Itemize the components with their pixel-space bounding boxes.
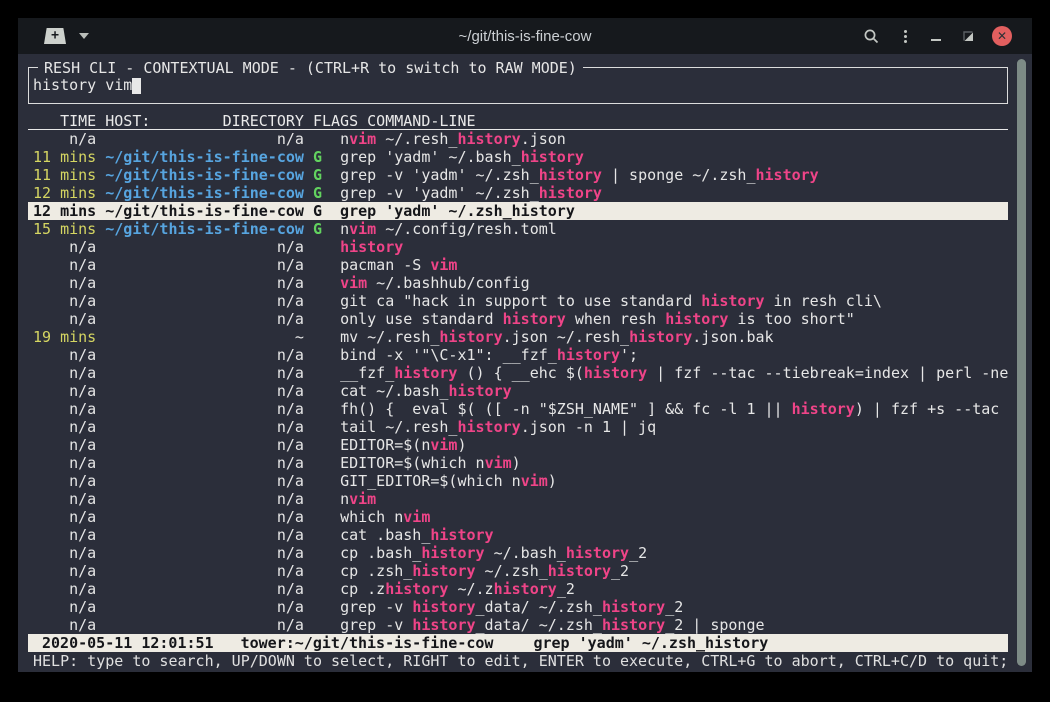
text-cursor	[132, 78, 141, 94]
table-row[interactable]: n/a n/a vim ~/.bashhub/config	[28, 274, 1008, 292]
table-row[interactable]: 12 mins ~/git/this-is-fine-cow G grep 'y…	[28, 202, 1008, 220]
scrollbar[interactable]	[1017, 59, 1026, 666]
table-row[interactable]: n/a n/a cp .zhistory ~/.zhistory_2	[28, 580, 1008, 598]
search-icon[interactable]	[863, 28, 880, 45]
table-row[interactable]: 12 mins ~/git/this-is-fine-cow G grep -v…	[28, 184, 1008, 202]
resh-search-panel: RESH CLI - CONTEXTUAL MODE - (CTRL+R to …	[28, 67, 1008, 104]
terminal-content: RESH CLI - CONTEXTUAL MODE - (CTRL+R to …	[18, 54, 1032, 672]
status-command: grep 'yadm' ~/.zsh_history	[533, 634, 768, 652]
table-row[interactable]: 19 mins ~ mv ~/.resh_history.json ~/.res…	[28, 328, 1008, 346]
table-row[interactable]: 15 mins ~/git/this-is-fine-cow G nvim ~/…	[28, 220, 1008, 238]
table-row[interactable]: n/a n/a grep -v history_data/ ~/.zsh_his…	[28, 598, 1008, 616]
table-row[interactable]: 11 mins ~/git/this-is-fine-cow G grep -v…	[28, 166, 1008, 184]
table-row[interactable]: n/a n/a grep -v history_data/ ~/.zsh_his…	[28, 616, 1008, 634]
table-row[interactable]: n/a n/a only use standard history when r…	[28, 310, 1008, 328]
minimize-icon[interactable]	[931, 31, 941, 41]
status-host-path: tower:~/git/this-is-fine-cow	[241, 634, 494, 652]
table-row[interactable]: n/a n/a history	[28, 238, 1008, 256]
table-row[interactable]: n/a n/a cp .bash_history ~/.bash_history…	[28, 544, 1008, 562]
status-timestamp: 2020-05-11 12:01:51	[42, 634, 214, 652]
table-row[interactable]: n/a n/a cp .zsh_history ~/.zsh_history_2	[28, 562, 1008, 580]
table-row[interactable]: n/a n/a which nvim	[28, 508, 1008, 526]
table-row[interactable]: n/a n/a tail ~/.resh_history.json -n 1 |…	[28, 418, 1008, 436]
table-row[interactable]: n/a n/a bind -x '"\C-x1": __fzf_history'…	[28, 346, 1008, 364]
restore-icon[interactable]	[963, 31, 974, 42]
titlebar: + ~/git/this-is-fine-cow ✕	[18, 18, 1032, 54]
history-rows: n/a n/a nvim ~/.resh_history.json11 mins…	[28, 130, 1008, 634]
table-row[interactable]: n/a n/a pacman -S vim	[28, 256, 1008, 274]
table-row[interactable]: n/a n/a git ca "hack in support to use s…	[28, 292, 1008, 310]
search-query: history vim	[33, 76, 132, 94]
table-header: TIME HOST: DIRECTORY FLAGS COMMAND-LINE	[28, 112, 1008, 130]
menu-kebab-icon[interactable]	[904, 30, 907, 43]
panel-title: RESH CLI - CONTEXTUAL MODE - (CTRL+R to …	[38, 59, 583, 77]
table-row[interactable]: n/a n/a __fzf_history () { __ehc $(histo…	[28, 364, 1008, 382]
table-row[interactable]: n/a n/a cat ~/.bash_history	[28, 382, 1008, 400]
table-row[interactable]: n/a n/a EDITOR=$(which nvim)	[28, 454, 1008, 472]
table-row[interactable]: n/a n/a EDITOR=$(nvim)	[28, 436, 1008, 454]
table-row[interactable]: n/a n/a nvim ~/.resh_history.json	[28, 130, 1008, 148]
terminal-window: + ~/git/this-is-fine-cow ✕	[18, 18, 1032, 672]
table-row[interactable]: 11 mins ~/git/this-is-fine-cow G grep 'y…	[28, 148, 1008, 166]
table-row[interactable]: n/a n/a cat .bash_history	[28, 526, 1008, 544]
close-icon[interactable]: ✕	[992, 26, 1012, 46]
table-row[interactable]: n/a n/a nvim	[28, 490, 1008, 508]
table-row[interactable]: n/a n/a GIT_EDITOR=$(which nvim)	[28, 472, 1008, 490]
status-bar: 2020-05-11 12:01:51 tower:~/git/this-is-…	[28, 634, 1008, 652]
help-line: HELP: type to search, UP/DOWN to select,…	[28, 652, 1028, 670]
table-row[interactable]: n/a n/a fh() { eval $( ([ -n "$ZSH_NAME"…	[28, 400, 1008, 418]
